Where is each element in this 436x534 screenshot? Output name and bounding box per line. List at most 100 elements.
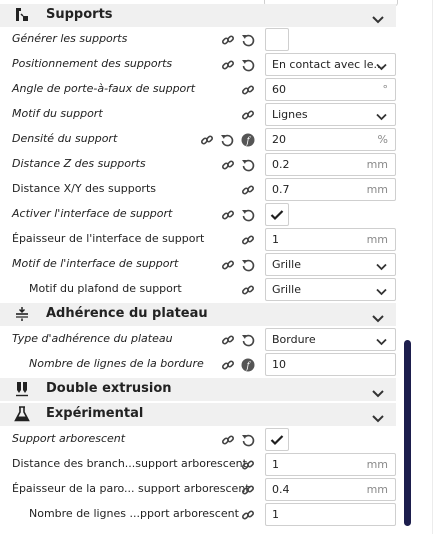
chain-link-icon[interactable]	[221, 57, 235, 71]
setting-support-tree-wall-thickness: Épaisseur de la paro... support arboresc…	[0, 477, 400, 502]
support-tree-checkbox[interactable]	[265, 428, 289, 451]
select-value: Lignes	[272, 108, 308, 121]
support-type-select[interactable]: En contact avec le...	[265, 53, 396, 76]
chevron-down-icon[interactable]	[371, 384, 385, 398]
category-title: Supports	[46, 7, 113, 22]
support-pattern-select[interactable]: Lignes	[265, 103, 396, 126]
support-z-distance-input[interactable]: 0.2 mm	[265, 153, 396, 176]
chain-link-icon[interactable]	[241, 82, 255, 96]
input-value: 0.7	[272, 183, 290, 196]
chain-link-icon[interactable]	[241, 482, 255, 496]
function-icon[interactable]: f	[241, 132, 255, 147]
setting-label: Épaisseur de l'interface de support	[12, 232, 205, 245]
chain-link-icon[interactable]	[221, 432, 235, 446]
input-value: 10	[272, 358, 286, 371]
input-unit: mm	[366, 183, 388, 196]
input-unit: mm	[366, 233, 388, 246]
scrollbar-thumb[interactable]	[404, 340, 411, 526]
setting-label: Distance des branch...support arborescen…	[12, 457, 247, 470]
select-value: Bordure	[272, 333, 316, 346]
setting-support-tree-branch-distance: Distance des branch...support arborescen…	[0, 452, 400, 477]
chevron-down-icon[interactable]	[371, 10, 385, 24]
support-interface-pattern-select[interactable]: Grille	[265, 253, 396, 276]
chain-link-icon[interactable]	[221, 257, 235, 271]
setting-label: Nombre de lignes ...pport arborescent	[29, 507, 239, 520]
panel-edge	[432, 0, 433, 534]
setting-label: Motif du support	[12, 107, 103, 120]
reset-icon[interactable]	[241, 257, 255, 272]
input-unit: °	[382, 83, 389, 96]
setting-label: Distance Z des supports	[12, 157, 146, 170]
chevron-down-icon	[376, 261, 387, 271]
reset-icon[interactable]	[241, 207, 255, 222]
setting-label: Distance X/Y des supports	[12, 182, 156, 195]
chain-link-icon[interactable]	[221, 32, 235, 46]
input-value: 0.4	[272, 483, 290, 496]
chain-link-icon[interactable]	[221, 357, 235, 371]
reset-icon[interactable]	[241, 432, 255, 447]
flask-icon	[14, 406, 30, 422]
input-unit: mm	[366, 483, 388, 496]
support-tree-wall-count-input[interactable]: 1	[265, 503, 396, 526]
setting-label: Type d'adhérence du plateau	[12, 332, 173, 345]
adhesion-type-select[interactable]: Bordure	[265, 328, 396, 351]
category-experimental[interactable]: Expérimental	[0, 403, 396, 426]
chain-link-icon[interactable]	[241, 182, 255, 196]
setting-support-interface-height: Épaisseur de l'interface de support 1 mm	[0, 227, 400, 252]
chevron-down-icon[interactable]	[371, 309, 385, 323]
support-xy-distance-input[interactable]: 0.7 mm	[265, 178, 396, 201]
input-unit: mm	[366, 158, 388, 171]
support-interface-height-input[interactable]: 1 mm	[265, 228, 396, 251]
category-supports[interactable]: Supports	[0, 4, 396, 27]
function-icon[interactable]: f	[241, 357, 255, 372]
chain-link-icon[interactable]	[241, 232, 255, 246]
support-enable-checkbox[interactable]	[265, 28, 289, 51]
reset-icon[interactable]	[241, 57, 255, 72]
select-value: Grille	[272, 258, 301, 271]
setting-label: Positionnement des supports	[12, 57, 173, 70]
support-interface-checkbox[interactable]	[265, 203, 289, 226]
chevron-down-icon[interactable]	[371, 409, 385, 423]
category-title: Expérimental	[46, 406, 144, 421]
support-roof-pattern-select[interactable]: Grille	[265, 278, 396, 301]
chain-link-icon[interactable]	[241, 507, 255, 521]
setting-support-z-distance: Distance Z des supports 0.2 mm	[0, 152, 400, 177]
chevron-down-icon	[376, 61, 387, 71]
chain-link-icon[interactable]	[221, 207, 235, 221]
setting-support-interface-pattern: Motif de l'interface de support Grille	[0, 252, 400, 277]
reset-icon[interactable]	[241, 332, 255, 347]
select-value: En contact avec le...	[272, 58, 384, 71]
setting-support-pattern: Motif du support Lignes	[0, 102, 400, 127]
adhesion-icon	[14, 306, 30, 322]
setting-support-xy-distance: Distance X/Y des supports 0.7 mm	[0, 177, 400, 202]
support-angle-input[interactable]: 60 °	[265, 78, 396, 101]
setting-label: Motif du plafond de support	[29, 282, 182, 295]
input-value: 60	[272, 83, 286, 96]
setting-label: Motif de l'interface de support	[12, 257, 179, 270]
setting-support-tree-enable: Support arborescent	[0, 427, 400, 452]
checkmark-icon	[270, 210, 284, 221]
input-value: 20	[272, 133, 286, 146]
category-title: Adhérence du plateau	[46, 306, 208, 321]
chain-link-icon[interactable]	[241, 457, 255, 471]
reset-icon[interactable]	[241, 32, 255, 47]
chevron-down-icon	[376, 336, 387, 346]
chain-link-icon[interactable]	[241, 107, 255, 121]
setting-brim-line-count: Nombre de lignes de la bordure f 10	[0, 352, 400, 377]
chain-link-icon[interactable]	[200, 132, 214, 146]
reset-icon[interactable]	[220, 132, 234, 147]
category-dual-extrusion[interactable]: Double extrusion	[0, 378, 396, 401]
setting-label: Nombre de lignes de la bordure	[29, 357, 204, 370]
support-tree-wall-thickness-input[interactable]: 0.4 mm	[265, 478, 396, 501]
brim-line-count-input[interactable]: 10	[265, 353, 396, 376]
support-tree-branch-distance-input[interactable]: 1 mm	[265, 453, 396, 476]
chain-link-icon[interactable]	[221, 157, 235, 171]
category-adhesion[interactable]: Adhérence du plateau	[0, 303, 396, 326]
chain-link-icon[interactable]	[221, 332, 235, 346]
setting-support-density: Densité du support f 20 %	[0, 127, 400, 152]
reset-icon[interactable]	[241, 157, 255, 172]
print-settings-panel: Supports Générer les supports Positionne…	[0, 0, 400, 534]
chain-link-icon[interactable]	[241, 282, 255, 296]
support-density-input[interactable]: 20 %	[265, 128, 396, 151]
support-icon	[14, 7, 30, 23]
